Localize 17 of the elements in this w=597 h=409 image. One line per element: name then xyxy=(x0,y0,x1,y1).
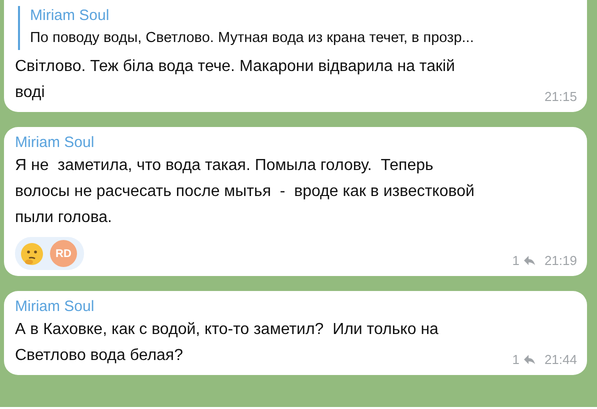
quote-text: По поводу воды, Светлово. Мутная вода из крана течет, в прозр... xyxy=(30,29,475,48)
message-time: 21:19 xyxy=(544,253,577,268)
sender-name: Miriam Soul xyxy=(15,133,96,153)
message-time: 21:44 xyxy=(544,352,577,367)
reply-count: 1 xyxy=(512,253,520,268)
message-text: Я не заметила, что вода такая. Помыла голову. Теперь волосы не расчесать после мытья - вроде как в известковой пыли голова. xyxy=(15,156,476,228)
reply-icon[interactable] xyxy=(523,255,536,266)
message-time: 21:15 xyxy=(544,89,577,104)
reply-count: 1 xyxy=(512,352,520,367)
message-text: А в Каховке, как с водой, кто-то заметил? Или только на Светлово вода белая? xyxy=(15,320,440,366)
user-avatar: RD xyxy=(50,240,77,267)
sender-name: Miriam Soul xyxy=(15,297,96,317)
sender-name: Miriam Soul xyxy=(30,6,110,26)
message-text: Світлово. Теж біла вода тече. Макарони відварила на такій воді xyxy=(15,57,456,103)
reply-icon[interactable] xyxy=(523,354,536,365)
reaction-pill[interactable]: RD xyxy=(15,237,84,270)
thinking-face-icon xyxy=(20,242,44,266)
